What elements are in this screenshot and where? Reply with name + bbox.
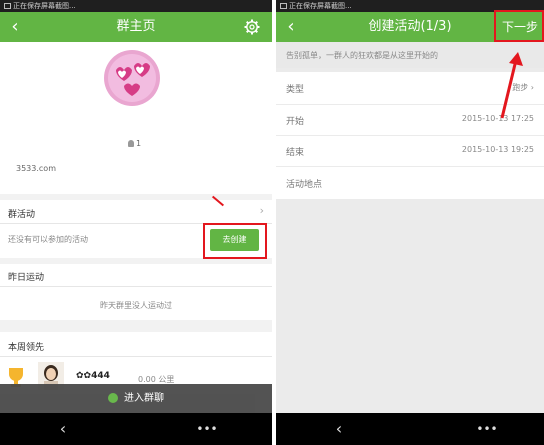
more-dots-icon[interactable]: •••: [192, 413, 222, 445]
yesterday-empty-text: 昨天群里没人运动过: [100, 301, 172, 310]
field-end-value: 2015-10-13 19:25: [461, 145, 534, 154]
screenshot-icon: [4, 3, 11, 9]
yesterday-header: 昨日运动: [8, 273, 45, 283]
field-type-label: 类型: [286, 85, 305, 95]
chat-bubble-icon: [108, 393, 118, 403]
group-home-screen: 正在保存屏幕截图... ‹ 群主页 1 3533.com 群活动 › 还没有可以…: [0, 0, 272, 445]
member-count: 1: [128, 139, 141, 148]
red-arrow: [500, 52, 523, 119]
enter-chat-label: 进入群聊: [124, 393, 164, 404]
activity-empty-text: 还没有可以参加的活动: [8, 235, 88, 244]
screenshot-icon: [280, 3, 287, 9]
status-bar: 正在保存屏幕截图...: [0, 0, 272, 12]
highlight-box: [494, 10, 544, 42]
group-avatar[interactable]: [104, 50, 160, 106]
chevron-right-icon[interactable]: ›: [260, 204, 264, 217]
slogan-text: 告别孤单，一群人的狂欢都是从这里开始的: [286, 51, 438, 60]
highlight-box: [203, 223, 267, 259]
person-icon: [128, 140, 134, 147]
nav-back-icon[interactable]: ‹: [324, 413, 354, 445]
field-location-label: 活动地点: [286, 180, 323, 190]
group-id: 3533.com: [16, 164, 56, 173]
title-bar: ‹ 群主页: [0, 12, 272, 42]
field-start-label: 开始: [286, 117, 305, 127]
page-title: 群主页: [116, 19, 156, 34]
yesterday-section: 昨日运动 昨天群里没人运动过: [0, 264, 272, 320]
group-profile: 1 3533.com: [0, 42, 272, 194]
field-end[interactable]: 结束 2015-10-13 19:25: [276, 136, 544, 166]
chevron-right-icon: ›: [530, 83, 534, 92]
leader-score: ✿✿444: [76, 371, 110, 381]
status-text: 正在保存屏幕截图...: [289, 2, 352, 10]
field-end-label: 结束: [286, 148, 305, 158]
gear-icon[interactable]: [244, 19, 260, 35]
field-location[interactable]: 活动地点: [276, 167, 544, 199]
leader-score-value: 444: [91, 371, 110, 381]
status-text: 正在保存屏幕截图...: [13, 2, 76, 10]
back-icon[interactable]: ‹: [6, 12, 24, 42]
likes-icon: ✿✿: [76, 371, 92, 381]
system-nav-bar: ‹ •••: [0, 413, 272, 445]
more-dots-icon[interactable]: •••: [472, 413, 502, 445]
enter-chat-bar[interactable]: 进入群聊: [0, 384, 272, 413]
system-nav-bar: ‹ •••: [276, 413, 544, 445]
create-activity-screen: 正在保存屏幕截图... ‹ 创建活动(1/3) 下一步 告别孤单，一群人的狂欢都…: [276, 0, 544, 445]
page-title: 创建活动(1/3): [368, 19, 452, 34]
back-icon[interactable]: ‹: [282, 12, 300, 42]
week-header: 本周领先: [8, 343, 45, 353]
activity-header: 群活动: [8, 210, 36, 220]
nav-back-icon[interactable]: ‹: [48, 413, 78, 445]
member-count-value: 1: [136, 139, 142, 148]
